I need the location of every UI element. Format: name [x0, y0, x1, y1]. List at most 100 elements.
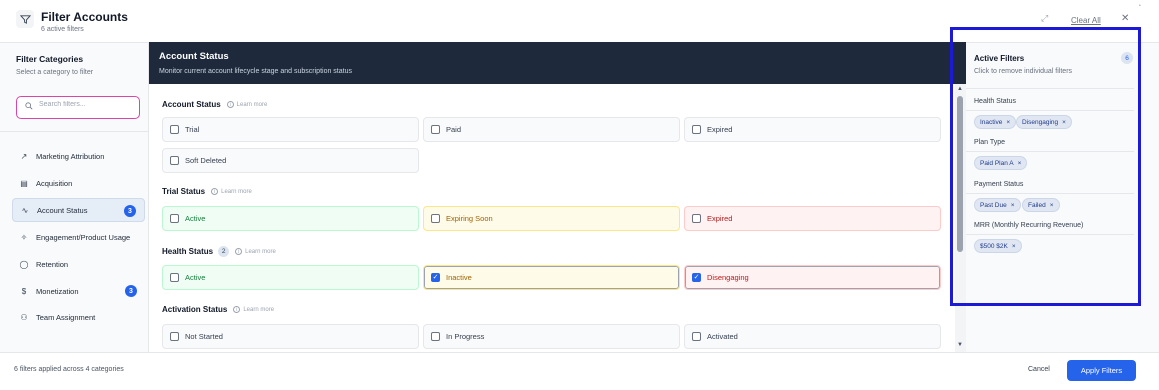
- filter-option-label: Not Started: [185, 332, 223, 341]
- main-scrollbar[interactable]: ▲ ▼: [955, 84, 966, 352]
- chip-label: $500 $2K: [980, 242, 1008, 250]
- dialog-footer: 6 filters applied across 4 categories Ca…: [0, 352, 1159, 390]
- active-filter-chip[interactable]: Paid Plan A ×: [974, 156, 1028, 170]
- info-icon: i: [233, 306, 241, 313]
- sidebar-item-engagement-product-usage[interactable]: ✧ Engagement/Product Usage: [12, 225, 145, 249]
- count-badge: 3: [124, 205, 136, 217]
- filter-group-title: Activation Status i Learn more: [162, 305, 274, 314]
- sidebar-subtitle: Select a category to filter: [16, 69, 94, 76]
- checkbox[interactable]: [170, 273, 179, 282]
- scrollbar-thumb[interactable]: [957, 96, 963, 252]
- info-icon: i: [235, 248, 243, 255]
- sidebar-item-team-assignment[interactable]: ⚇ Team Assignment: [12, 305, 145, 329]
- active-filter-group-divider: [966, 110, 1134, 111]
- filter-group-title: Health Status 2 i Learn more: [162, 246, 276, 257]
- learn-more-text: Learn more: [245, 248, 276, 255]
- checkbox[interactable]: [692, 214, 701, 223]
- filter-option[interactable]: Paid: [423, 117, 680, 142]
- filter-option[interactable]: Active: [162, 265, 419, 290]
- active-filters-count-badge: 6: [1121, 52, 1133, 64]
- filter-option[interactable]: Expiring Soon: [423, 206, 680, 231]
- active-filter-group-name: MRR (Monthly Recurring Revenue): [974, 222, 1084, 229]
- users-icon: ⚇: [20, 312, 28, 322]
- filter-option[interactable]: Activated: [684, 324, 941, 349]
- checkbox[interactable]: [170, 214, 179, 223]
- filter-option-label: Disengaging: [707, 273, 749, 282]
- sidebar-item-monetization[interactable]: $ Monetization 3: [12, 279, 145, 303]
- section-header: Account Status Monitor current account l…: [149, 42, 966, 84]
- close-icon[interactable]: ✕: [1121, 13, 1129, 24]
- learn-more-link[interactable]: i Learn more: [235, 248, 276, 255]
- sidebar-item-retention[interactable]: ◯ Retention: [12, 252, 145, 276]
- remove-icon[interactable]: ×: [1012, 243, 1016, 250]
- chip-label: Disengaging: [1022, 118, 1059, 126]
- filter-option[interactable]: Expired: [684, 206, 941, 231]
- remove-icon[interactable]: ×: [1050, 202, 1054, 209]
- filter-option[interactable]: ✓ Inactive: [423, 265, 680, 290]
- clear-all-button[interactable]: Clear All: [1071, 16, 1101, 25]
- filter-option-label: In Progress: [446, 332, 485, 341]
- scroll-up-arrow-icon[interactable]: ▲: [957, 86, 963, 92]
- active-filters-divider: [966, 88, 1134, 89]
- remove-icon[interactable]: ×: [1018, 160, 1022, 167]
- sidebar-title: Filter Categories: [16, 54, 84, 64]
- checkbox[interactable]: [431, 332, 440, 341]
- scroll-down-arrow-icon[interactable]: ▼: [957, 342, 963, 348]
- sidebar-item-label: Marketing Attribution: [36, 151, 105, 161]
- checkbox[interactable]: [431, 125, 440, 134]
- active-filter-chip[interactable]: Disengaging ×: [1016, 115, 1072, 129]
- filter-group-title: Account Status i Learn more: [162, 100, 267, 109]
- learn-more-link[interactable]: i Learn more: [233, 306, 274, 313]
- filter-group-label: Activation Status: [162, 305, 228, 314]
- checkbox-checked[interactable]: ✓: [692, 273, 701, 282]
- filter-option[interactable]: Soft Deleted: [162, 148, 419, 173]
- remove-icon[interactable]: ×: [1011, 202, 1015, 209]
- dialog-header: Filter Accounts 6 active filters ⤢ Clear…: [0, 0, 1159, 42]
- checkbox[interactable]: [170, 156, 179, 165]
- sidebar-item-acquisition[interactable]: ▤ Acquisition: [12, 171, 145, 195]
- search-box: [16, 96, 140, 119]
- checkbox-checked[interactable]: ✓: [431, 273, 440, 282]
- filter-option[interactable]: ✓ Disengaging: [684, 265, 941, 290]
- filter-option[interactable]: Trial: [162, 117, 419, 142]
- sidebar-item-marketing-attribution[interactable]: ↗ Marketing Attribution: [12, 144, 145, 168]
- filter-option[interactable]: Active: [162, 206, 419, 231]
- active-filter-chip[interactable]: Past Due ×: [974, 198, 1021, 212]
- checkbox[interactable]: [170, 125, 179, 134]
- active-filter-group-divider: [966, 151, 1134, 152]
- sidebar-divider: [0, 131, 149, 132]
- learn-more-link[interactable]: i Learn more: [226, 101, 267, 108]
- filter-group-title: Trial Status i Learn more: [162, 187, 252, 196]
- checkbox[interactable]: [692, 332, 701, 341]
- filter-group-label: Account Status: [162, 100, 221, 109]
- apply-filters-button[interactable]: Apply Filters: [1067, 360, 1136, 381]
- info-icon: i: [226, 101, 234, 108]
- active-filters-subtitle: Click to remove individual filters: [974, 68, 1073, 75]
- filter-option-label: Expiring Soon: [446, 214, 493, 223]
- active-filters-title: Active Filters: [974, 54, 1025, 63]
- remove-icon[interactable]: ×: [1006, 119, 1010, 126]
- search-icon: [25, 102, 33, 112]
- filter-option[interactable]: In Progress: [423, 324, 680, 349]
- learn-more-link[interactable]: i Learn more: [211, 188, 252, 195]
- cancel-button[interactable]: Cancel: [1028, 366, 1050, 373]
- expand-icon[interactable]: ⤢: [1041, 13, 1048, 24]
- checkbox[interactable]: [431, 214, 440, 223]
- active-filter-chip[interactable]: Failed ×: [1022, 198, 1060, 212]
- selected-count-badge: 2: [218, 246, 230, 257]
- puzzle-icon: ✧: [20, 232, 28, 242]
- active-filter-chip[interactable]: Inactive ×: [974, 115, 1017, 129]
- checkbox[interactable]: [170, 332, 179, 341]
- filter-option-label: Expired: [707, 125, 733, 134]
- sidebar-item-label: Acquisition: [36, 178, 73, 188]
- remove-icon[interactable]: ×: [1062, 119, 1066, 126]
- sidebar-item-label: Engagement/Product Usage: [36, 232, 131, 242]
- checkbox[interactable]: [692, 125, 701, 134]
- activity-icon: ∿: [21, 205, 29, 215]
- search-input[interactable]: [39, 101, 135, 108]
- trend-icon: ↗: [20, 151, 28, 161]
- filter-option[interactable]: Expired: [684, 117, 941, 142]
- filter-option[interactable]: Not Started: [162, 324, 419, 349]
- active-filter-chip[interactable]: $500 $2K ×: [974, 239, 1022, 253]
- sidebar-item-account-status[interactable]: ∿ Account Status 3: [12, 198, 145, 222]
